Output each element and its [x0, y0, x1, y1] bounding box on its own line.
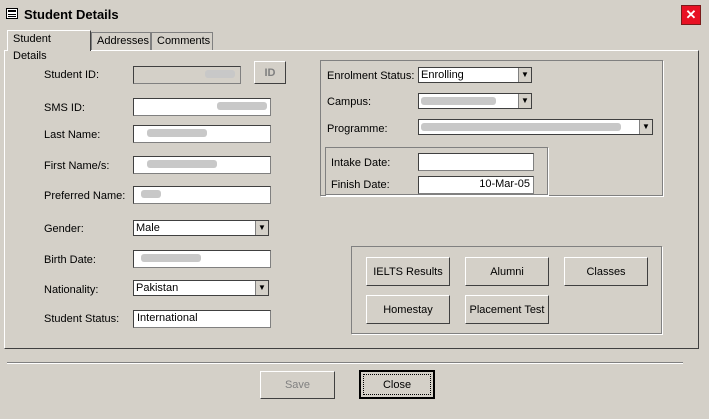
chevron-down-icon[interactable]: ▼ [639, 120, 652, 134]
id-button[interactable]: ID [254, 61, 286, 84]
window-title: Student Details [24, 7, 119, 22]
form-icon [6, 8, 18, 19]
ielts-results-button[interactable]: IELTS Results [366, 257, 450, 286]
intake-date-label: Intake Date: [331, 157, 391, 169]
classes-button[interactable]: Classes [564, 257, 648, 286]
preferred-name-field[interactable] [133, 186, 271, 204]
chevron-down-icon[interactable]: ▼ [518, 94, 531, 108]
chevron-down-icon[interactable]: ▼ [255, 281, 268, 295]
birth-date-field[interactable] [133, 250, 271, 268]
programme-label: Programme: [327, 123, 388, 135]
sms-id-field[interactable] [133, 98, 271, 116]
save-button[interactable]: Save [260, 371, 335, 399]
close-window-button[interactable]: ✕ [681, 5, 701, 25]
programme-select[interactable]: ▼ [418, 119, 653, 135]
finish-date-label: Finish Date: [331, 179, 390, 191]
campus-label: Campus: [327, 96, 372, 108]
student-id-field [133, 66, 241, 84]
chevron-down-icon[interactable]: ▼ [518, 68, 531, 82]
first-name-field[interactable] [133, 156, 271, 174]
footer-separator [7, 362, 683, 364]
gender-select[interactable]: Male ▼ [133, 220, 269, 236]
placement-test-button[interactable]: Placement Test [465, 295, 549, 324]
student-status-field[interactable]: International [133, 310, 271, 328]
close-button[interactable]: Close [359, 370, 435, 399]
gender-label: Gender: [44, 223, 84, 235]
campus-select[interactable]: ▼ [418, 93, 532, 109]
preferred-name-label: Preferred Name: [44, 190, 126, 202]
enrolment-status-select[interactable]: Enrolling ▼ [418, 67, 532, 83]
alumni-button[interactable]: Alumni [465, 257, 549, 286]
student-id-label: Student ID: [44, 69, 100, 81]
last-name-field[interactable] [133, 125, 271, 143]
tab-comments[interactable]: Comments [151, 32, 213, 50]
nationality-select[interactable]: Pakistan ▼ [133, 280, 269, 296]
student-status-label: Student Status: [44, 313, 120, 325]
last-name-label: Last Name: [44, 129, 101, 141]
nationality-label: Nationality: [44, 284, 99, 296]
tab-addresses[interactable]: Addresses [91, 32, 151, 50]
tab-student-details[interactable]: Student Details [7, 30, 91, 62]
homestay-button[interactable]: Homestay [366, 295, 450, 324]
finish-date-field[interactable]: 10-Mar-05 [418, 176, 534, 194]
sms-id-label: SMS ID: [44, 102, 85, 114]
intake-date-field[interactable] [418, 153, 534, 171]
enrolment-status-label: Enrolment Status: [327, 70, 415, 82]
first-name-label: First Name/s: [44, 160, 110, 172]
birth-date-label: Birth Date: [44, 254, 96, 266]
chevron-down-icon[interactable]: ▼ [255, 221, 268, 235]
